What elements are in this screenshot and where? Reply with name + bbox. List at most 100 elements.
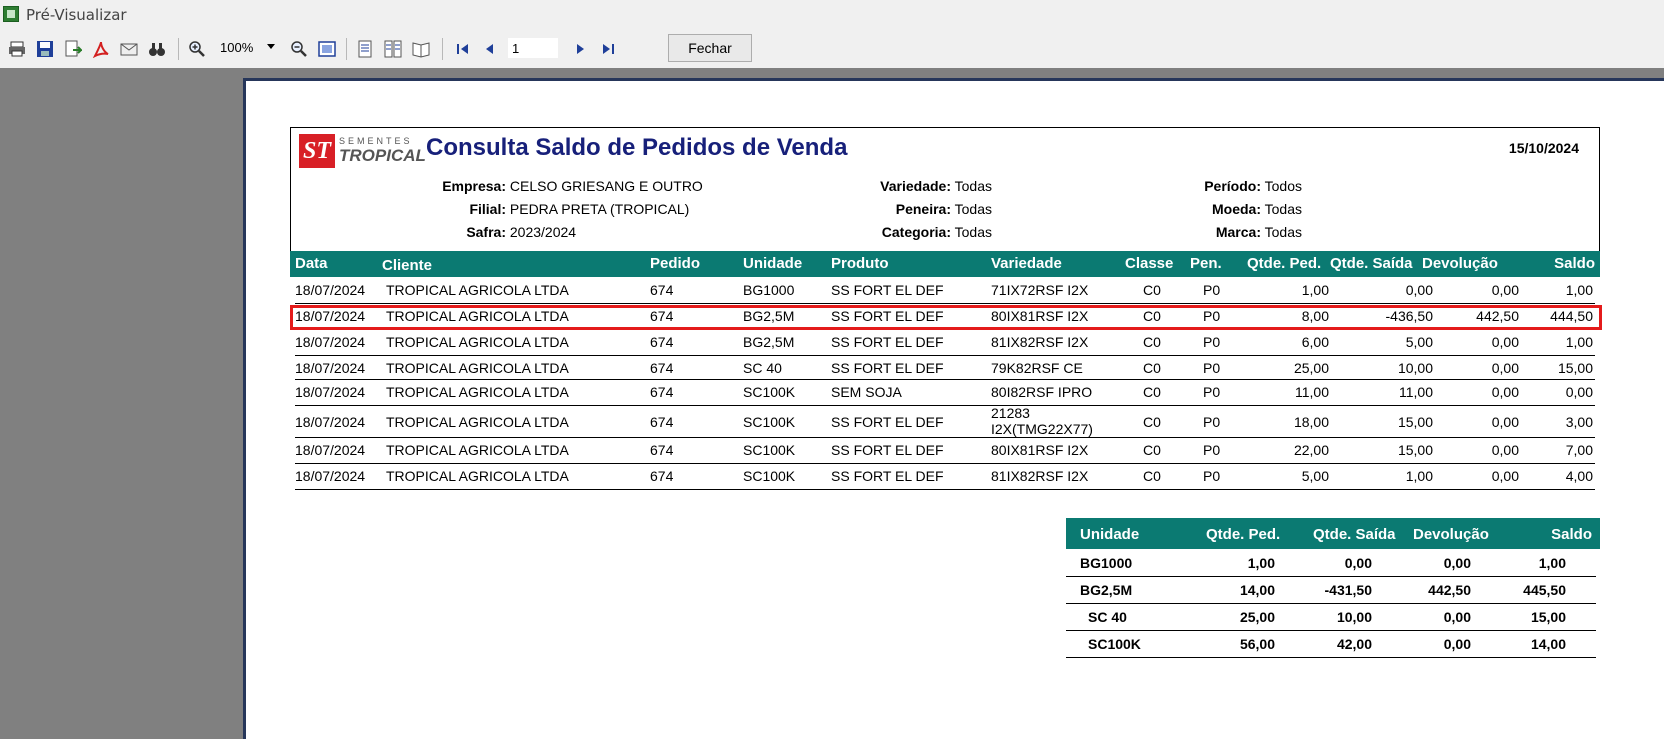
table-cell: SS FORT EL DEF — [831, 360, 944, 376]
table-cell: 18,00 — [1293, 414, 1329, 430]
column-header: Qtde. Saída — [1330, 255, 1413, 272]
page-number-input[interactable] — [508, 38, 558, 58]
table-cell: TROPICAL AGRICOLA LTDA — [386, 384, 569, 400]
table-cell: TROPICAL AGRICOLA LTDA — [386, 282, 569, 298]
table-row: 18/07/2024 TROPICAL AGRICOLA LTDA 674 SC 40… — [295, 355, 1595, 380]
table-cell: C0 — [1143, 384, 1161, 400]
logo-bottom-text: TROPICAL — [339, 146, 426, 165]
pdf-icon[interactable] — [92, 40, 110, 58]
table-cell: 80IX81RSF I2X — [991, 442, 1089, 458]
table-cell: 11,00 — [1399, 384, 1433, 400]
table-row: 18/07/2024 TROPICAL AGRICOLA LTDA 674 SC100… — [295, 405, 1595, 438]
table-cell: 79K82RSF CE — [991, 360, 1083, 376]
summary-cell: SC 40 — [1088, 609, 1127, 625]
summary-cell: 42,00 — [1336, 636, 1372, 652]
column-header: Classe — [1125, 255, 1174, 272]
export-icon[interactable] — [64, 40, 82, 58]
summary-cell: 1,00 — [1538, 555, 1566, 571]
table-cell: 18/07/2024 — [295, 334, 366, 350]
table-cell: P0 — [1203, 360, 1221, 376]
table-cell: C0 — [1143, 414, 1161, 430]
fit-page-icon[interactable] — [318, 40, 336, 58]
column-header: Data — [295, 255, 328, 272]
table-cell: 0,00 — [1491, 282, 1519, 298]
table-cell: C0 — [1143, 360, 1161, 376]
table-cell: P0 — [1203, 468, 1221, 484]
summary-cell: 0,00 — [1344, 555, 1372, 571]
summary-column-header: Qtde. Saída — [1313, 526, 1396, 543]
table-cell: SC100K — [743, 442, 796, 458]
table-cell: C0 — [1143, 442, 1161, 458]
zoom-out-icon[interactable] — [290, 40, 308, 58]
table-cell: SEM SOJA — [831, 384, 902, 400]
summary-cell: 0,00 — [1443, 609, 1471, 625]
table-cell: 18/07/2024 — [295, 414, 366, 430]
filter-peneira: Peneira: Todas — [895, 201, 992, 217]
table-cell: 0,00 — [1491, 468, 1519, 484]
next-page-icon[interactable] — [571, 40, 589, 58]
toolbar-separator — [178, 38, 179, 60]
table-cell: SS FORT EL DEF — [831, 282, 944, 298]
column-header: Cliente — [382, 257, 433, 274]
find-icon[interactable] — [148, 40, 166, 58]
summary-cell: BG2,5M — [1080, 582, 1133, 598]
window-title: Pré-Visualizar — [26, 6, 127, 24]
table-cell: 4,00 — [1565, 468, 1593, 484]
chevron-down-icon[interactable] — [267, 44, 275, 49]
table-row: 18/07/2024 TROPICAL AGRICOLA LTDA 674 SC100… — [295, 463, 1595, 490]
table-cell: 22,00 — [1293, 442, 1329, 458]
filter-filial: Filial: PEDRA PRETA (TROPICAL) — [469, 201, 690, 217]
table-cell: 15,00 — [1557, 360, 1593, 376]
multi-page-icon[interactable] — [384, 40, 402, 58]
table-cell: 0,00 — [1491, 360, 1519, 376]
table-cell: SS FORT EL DEF — [831, 334, 944, 350]
filter-empresa: Empresa: CELSO GRIESANG E OUTRO — [442, 178, 703, 194]
table-row: 18/07/2024 TROPICAL AGRICOLA LTDA 674 SC100… — [295, 437, 1595, 464]
first-page-icon[interactable] — [454, 40, 472, 58]
table-cell: P0 — [1203, 384, 1221, 400]
table-cell: 81IX82RSF I2X — [991, 468, 1089, 484]
email-icon[interactable] — [120, 40, 138, 58]
report-date: 15/10/2024 — [1508, 140, 1579, 156]
book-icon[interactable] — [412, 40, 430, 58]
table-cell: 0,00 — [1565, 384, 1593, 400]
filter-moeda: Moeda: Todas — [1212, 201, 1302, 217]
table-cell: P0 — [1203, 442, 1221, 458]
table-cell: 21283 — [991, 405, 1030, 421]
table-cell: P0 — [1203, 282, 1221, 298]
summary-column-header: Saldo — [1551, 526, 1592, 543]
zoom-in-icon[interactable] — [188, 40, 206, 58]
table-cell: 71IX72RSF I2X — [991, 282, 1089, 298]
table-row: 18/07/2024 TROPICAL AGRICOLA LTDA 674 BG2,5… — [295, 329, 1595, 356]
table-cell: C0 — [1143, 334, 1161, 350]
report-title: Consulta Saldo de Pedidos de Venda — [426, 134, 848, 161]
single-page-icon[interactable] — [356, 40, 374, 58]
table-cell: 18/07/2024 — [295, 384, 366, 400]
logo-top-text: SEMENTES — [339, 136, 413, 146]
summary-row: SC100K 56,00 42,00 0,00 14,00 — [1066, 630, 1596, 658]
summary-cell: 445,50 — [1523, 582, 1566, 598]
table-cell: 6,00 — [1301, 334, 1329, 350]
table-cell: 0,00 — [1491, 442, 1519, 458]
table-cell: SC 40 — [743, 360, 782, 376]
save-icon[interactable] — [36, 40, 54, 58]
toolbar-separator — [346, 38, 347, 60]
summary-cell: 10,00 — [1336, 609, 1372, 625]
title-bar: Pré-Visualizar — [0, 0, 1664, 30]
column-header: Produto — [831, 255, 889, 272]
filter-periodo: Período: Todos — [1204, 178, 1302, 194]
close-button[interactable]: Fechar — [668, 34, 752, 62]
summary-column-header: Devolução — [1413, 526, 1489, 543]
table-cell: 0,00 — [1405, 282, 1433, 298]
table-cell: 5,00 — [1301, 468, 1329, 484]
filter-categoria: Categoria: Todas — [881, 224, 992, 240]
app-icon — [3, 6, 19, 22]
print-icon[interactable] — [8, 40, 26, 58]
prev-page-icon[interactable] — [481, 40, 499, 58]
last-page-icon[interactable] — [599, 40, 617, 58]
column-header: Saldo — [1554, 255, 1595, 272]
summary-cell: 0,00 — [1443, 636, 1471, 652]
table-cell: 0,00 — [1491, 334, 1519, 350]
summary-cell: 25,00 — [1239, 609, 1275, 625]
zoom-select[interactable]: 100% — [220, 40, 253, 55]
